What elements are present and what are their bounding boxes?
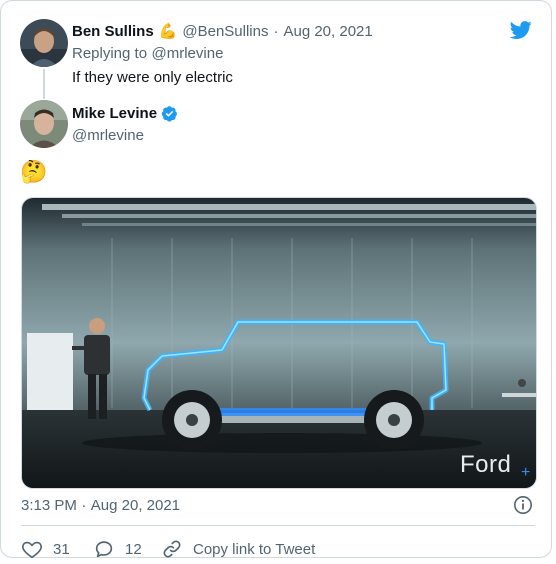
- thread-connector-line: [43, 69, 45, 99]
- author-name[interactable]: Ben Sullins: [72, 23, 154, 40]
- author-handle[interactable]: @BenSullins: [182, 23, 268, 40]
- separator-dot: ·: [273, 22, 279, 40]
- copy-link-label: Copy link to Tweet: [193, 540, 316, 558]
- author-emoji: 💪: [158, 23, 178, 40]
- reply-button[interactable]: 12: [93, 538, 142, 560]
- reply-text: If they were only electric: [72, 69, 233, 86]
- like-count: 31: [53, 540, 70, 558]
- avatar[interactable]: [20, 100, 68, 148]
- tweet-card: Ben Sullins 💪 @BenSullins · Aug 20, 2021…: [0, 0, 552, 560]
- twitter-bird-icon[interactable]: [508, 19, 534, 41]
- reply-count: 12: [125, 540, 142, 558]
- link-icon: [161, 538, 183, 560]
- reply-bubble-icon: [93, 538, 115, 560]
- tweet-media[interactable]: + Ford: [21, 197, 537, 489]
- tweet-date[interactable]: Aug 20, 2021: [91, 497, 180, 514]
- info-icon[interactable]: [513, 495, 533, 515]
- copy-link-button[interactable]: Copy link to Tweet: [161, 538, 315, 560]
- tweet-emoji: 🤔: [20, 159, 48, 184]
- author-handle[interactable]: @mrlevine: [72, 127, 144, 144]
- replying-to-label: Replying to: [72, 45, 148, 62]
- media-logo-text: Ford: [460, 451, 512, 478]
- divider: [21, 525, 535, 526]
- verified-badge-icon: [161, 105, 178, 122]
- replying-to-handle[interactable]: @mrlevine: [152, 45, 224, 62]
- like-button[interactable]: 31: [21, 538, 70, 560]
- heart-icon: [21, 538, 43, 560]
- svg-text:+: +: [521, 464, 530, 481]
- avatar[interactable]: [20, 19, 68, 67]
- tweet-time[interactable]: 3:13 PM: [21, 497, 77, 514]
- author-name[interactable]: Mike Levine: [72, 105, 157, 122]
- separator-dot: ·: [81, 497, 87, 514]
- tweet-date[interactable]: Aug 20, 2021: [283, 23, 372, 40]
